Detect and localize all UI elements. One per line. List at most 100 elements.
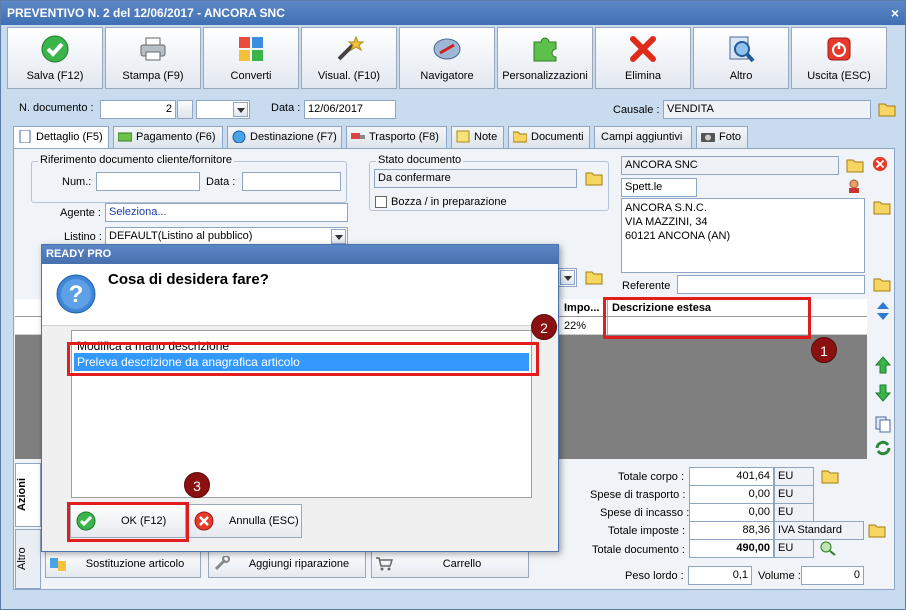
- data-field[interactable]: 12/06/2017: [304, 100, 396, 119]
- truck-icon: [351, 133, 365, 139]
- stampa-button[interactable]: Stampa (F9): [105, 27, 201, 89]
- peso-label: Peso lordo :: [625, 570, 684, 582]
- red-x-icon: [630, 36, 656, 62]
- toolbar: Salva (F12) Stampa (F9) Converti Visual.…: [7, 27, 891, 89]
- agente-label: Agente :: [60, 207, 101, 219]
- title-bar: PREVENTIVO N. 2 del 12/06/2017 - ANCORA …: [1, 1, 905, 25]
- rif-data-field[interactable]: [242, 172, 341, 191]
- folder-icon: [513, 131, 527, 143]
- num-field[interactable]: [96, 172, 200, 191]
- salva-button[interactable]: Salva (F12): [7, 27, 103, 89]
- salva-label: Salva (F12): [26, 70, 84, 82]
- tab-documenti-label: Documenti: [531, 131, 584, 143]
- folder-icon[interactable]: [821, 468, 839, 484]
- personalizzazioni-button[interactable]: Personalizzazioni: [497, 27, 593, 89]
- tab-campi-aggiuntivi[interactable]: Campi aggiuntivi: [594, 126, 692, 148]
- convert-icon: [239, 37, 263, 61]
- referente-field[interactable]: [677, 275, 865, 294]
- bozza-label: Bozza / in preparazione: [391, 196, 507, 208]
- ndoc-label: N. documento :: [19, 102, 94, 114]
- folder-icon[interactable]: [878, 101, 896, 117]
- arrow-down-icon[interactable]: [874, 383, 892, 403]
- user-search-icon[interactable]: [846, 178, 864, 194]
- tab-foto-label: Foto: [719, 131, 742, 143]
- arrow-up-icon[interactable]: [874, 355, 892, 375]
- highlight-desc-column: [603, 297, 811, 339]
- cliente-address[interactable]: ANCORA S.N.C. VIA MAZZINI, 34 60121 ANCO…: [621, 198, 865, 273]
- altro-label: Altro: [729, 70, 753, 82]
- side-tab-azioni[interactable]: Azioni: [15, 463, 41, 527]
- scroll-updown-icon[interactable]: [874, 301, 892, 321]
- elimina-button[interactable]: Elimina: [595, 27, 691, 89]
- num-label: Num.:: [62, 176, 92, 188]
- folder-icon[interactable]: [868, 522, 886, 538]
- tab-documenti[interactable]: Documenti: [508, 126, 590, 148]
- rif-data-label: Data :: [206, 176, 236, 188]
- delete-icon[interactable]: [871, 156, 889, 172]
- tab-destinazione[interactable]: Destinazione (F7): [227, 126, 342, 148]
- serie-select[interactable]: [196, 100, 250, 119]
- marker-2: 2: [531, 314, 557, 340]
- volume-label: Volume :: [758, 570, 801, 582]
- close-icon[interactable]: ×: [891, 1, 899, 25]
- listino-value: DEFAULT(Listino al pubblico): [109, 230, 253, 242]
- cancel-icon: [194, 511, 214, 531]
- converti-label: Converti: [230, 70, 272, 82]
- printer-icon: [140, 37, 166, 61]
- ndoc-field[interactable]: 2: [100, 100, 176, 119]
- wrench-icon: [214, 556, 230, 571]
- highlight-option: [67, 342, 539, 376]
- impo-cell: 22%: [564, 320, 587, 332]
- tab-foto[interactable]: Foto: [696, 126, 748, 148]
- causale-field[interactable]: VENDITA: [663, 100, 871, 119]
- zoom-icon[interactable]: [819, 540, 837, 556]
- puzzle-icon: [533, 37, 557, 62]
- sostituzione-button[interactable]: Sostituzione articolo: [45, 550, 201, 578]
- carrello-button[interactable]: Carrello: [371, 550, 529, 578]
- stato-field[interactable]: Da confermare: [374, 169, 577, 188]
- tab-note[interactable]: Note: [451, 126, 504, 148]
- chevron-down-icon: [331, 229, 346, 244]
- total-unit: EU: [774, 485, 814, 504]
- altro-button[interactable]: Altro: [693, 27, 789, 89]
- total-unit: EU: [774, 467, 814, 486]
- copy-icon[interactable]: [874, 415, 892, 433]
- tab-pagamento[interactable]: Pagamento (F6): [113, 126, 223, 148]
- cliente-name-field[interactable]: ANCORA SNC: [621, 156, 839, 175]
- tab-trasporto[interactable]: Trasporto (F8): [346, 126, 447, 148]
- visual-button[interactable]: Visual. (F10): [301, 27, 397, 89]
- col-impo-header[interactable]: Impo...: [564, 302, 599, 314]
- ndoc-suffix-button[interactable]: [177, 100, 193, 119]
- dialog-question: Cosa di desidera fare?: [108, 271, 269, 288]
- folder-icon[interactable]: [873, 276, 891, 292]
- peso-field[interactable]: 0,1: [688, 566, 752, 585]
- riparazione-button[interactable]: Aggiungi riparazione: [208, 550, 366, 578]
- annulla-label: Annulla (ESC): [229, 515, 299, 527]
- combo-select[interactable]: [557, 268, 577, 287]
- total-value: 0,00: [689, 503, 774, 522]
- refresh-icon[interactable]: [874, 439, 892, 457]
- folder-icon[interactable]: [585, 269, 603, 285]
- folder-icon[interactable]: [846, 157, 864, 173]
- converti-button[interactable]: Converti: [203, 27, 299, 89]
- bozza-checkbox[interactable]: [375, 196, 387, 208]
- causale-label: Causale :: [613, 104, 660, 116]
- tab-dettaglio-label: Dettaglio (F5): [36, 131, 103, 143]
- total-value: 88,36: [689, 521, 774, 540]
- tab-dettaglio[interactable]: Dettaglio (F5): [13, 126, 109, 149]
- tab-trasporto-label: Trasporto (F8): [369, 131, 439, 143]
- folder-icon[interactable]: [873, 199, 891, 215]
- navigatore-button[interactable]: Navigatore: [399, 27, 495, 89]
- stampa-label: Stampa (F9): [122, 70, 184, 82]
- cliente-title-field[interactable]: Spett.le: [621, 178, 697, 197]
- total-label: Totale documento :: [592, 544, 685, 556]
- volume-field[interactable]: 0: [801, 566, 864, 585]
- agente-field[interactable]: Seleziona...: [105, 203, 348, 222]
- marker-1: 1: [811, 337, 837, 363]
- uscita-button[interactable]: Uscita (ESC): [791, 27, 887, 89]
- total-label: Spese di trasporto :: [590, 489, 686, 501]
- navigatore-label: Navigatore: [420, 70, 474, 82]
- cart-icon: [376, 557, 393, 571]
- folder-icon[interactable]: [585, 170, 603, 186]
- side-tab-altro[interactable]: Altro: [15, 529, 41, 589]
